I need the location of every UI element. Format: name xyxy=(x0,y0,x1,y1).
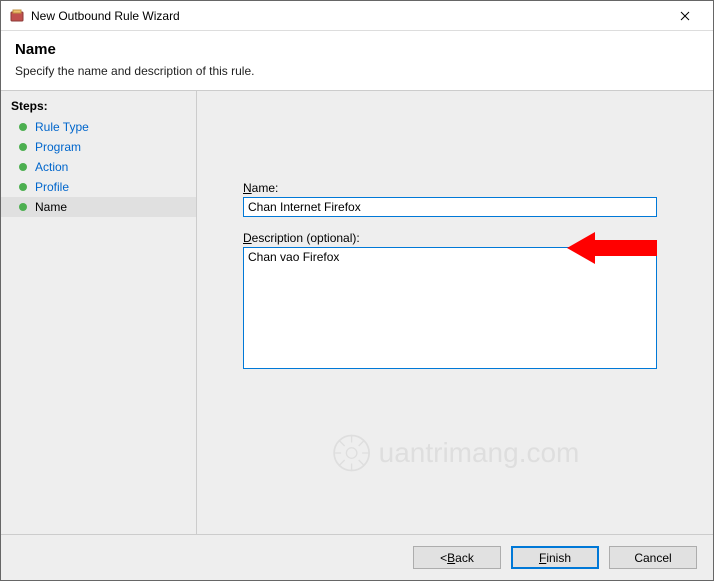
bullet-icon xyxy=(19,203,27,211)
step-label: Name xyxy=(35,200,67,214)
step-label: Action xyxy=(35,160,68,174)
steps-header: Steps: xyxy=(1,95,196,117)
watermark: uantrimang.com xyxy=(331,432,580,474)
wizard-window: New Outbound Rule Wizard Name Specify th… xyxy=(0,0,714,581)
step-label: Program xyxy=(35,140,81,154)
close-button[interactable] xyxy=(665,2,705,30)
description-input[interactable]: Chan vao Firefox xyxy=(243,247,657,369)
bullet-icon xyxy=(19,163,27,171)
app-icon xyxy=(9,8,25,24)
back-button[interactable]: < Back xyxy=(413,546,501,569)
wizard-header: Name Specify the name and description of… xyxy=(1,31,713,91)
step-rule-type[interactable]: Rule Type xyxy=(1,117,196,137)
watermark-text: uantrimang.com xyxy=(379,437,580,469)
wizard-content: Name: Description (optional): Chan vao F… xyxy=(197,91,713,534)
bullet-icon xyxy=(19,123,27,131)
wizard-body: Steps: Rule Type Program Action Profile … xyxy=(1,91,713,534)
step-label: Rule Type xyxy=(35,120,89,134)
wizard-footer: < Back Finish Cancel xyxy=(1,534,713,580)
description-group: Description (optional): Chan vao Firefox xyxy=(243,231,683,372)
page-subtitle: Specify the name and description of this… xyxy=(15,64,699,78)
window-title: New Outbound Rule Wizard xyxy=(31,9,665,23)
step-program[interactable]: Program xyxy=(1,137,196,157)
steps-sidebar: Steps: Rule Type Program Action Profile … xyxy=(1,91,197,534)
titlebar: New Outbound Rule Wizard xyxy=(1,1,713,31)
page-title: Name xyxy=(15,41,699,58)
name-group: Name: xyxy=(243,181,683,217)
step-profile[interactable]: Profile xyxy=(1,177,196,197)
cancel-button[interactable]: Cancel xyxy=(609,546,697,569)
name-label: Name: xyxy=(243,181,683,195)
bullet-icon xyxy=(19,143,27,151)
bullet-icon xyxy=(19,183,27,191)
finish-button[interactable]: Finish xyxy=(511,546,599,569)
step-label: Profile xyxy=(35,180,69,194)
description-label: Description (optional): xyxy=(243,231,683,245)
name-input[interactable] xyxy=(243,197,657,217)
step-name[interactable]: Name xyxy=(1,197,196,217)
step-action[interactable]: Action xyxy=(1,157,196,177)
